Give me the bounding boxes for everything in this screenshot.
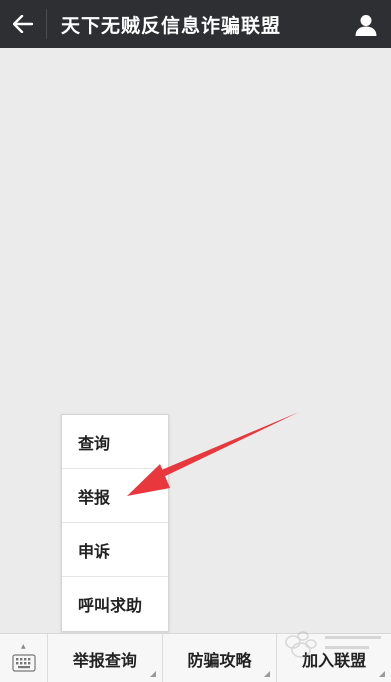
tab-join-alliance[interactable]: 加入联盟 xyxy=(277,634,391,682)
chat-content-area xyxy=(0,48,391,633)
page-title: 天下无贼反信息诈骗联盟 xyxy=(61,14,282,37)
menu-item-report[interactable]: 举报 xyxy=(62,469,168,523)
tab-report-query[interactable]: 举报查询 xyxy=(48,634,163,682)
user-icon xyxy=(355,15,377,36)
submenu-popup: 查询 举报 申诉 呼叫求助 xyxy=(61,414,169,632)
top-bar: 天下无贼反信息诈骗联盟 xyxy=(0,0,391,48)
menu-item-label: 申诉 xyxy=(78,541,111,561)
keyboard-toggle-button[interactable]: ▲ xyxy=(0,634,48,682)
menu-item-label: 呼叫求助 xyxy=(78,596,143,615)
submenu-indicator-icon xyxy=(264,671,271,677)
menu-item-label: 查询 xyxy=(78,433,111,453)
header-divider xyxy=(46,9,47,39)
arrow-left-icon xyxy=(13,15,33,33)
menu-item-label: 举报 xyxy=(78,487,111,507)
tab-label: 加入联盟 xyxy=(302,650,367,670)
profile-button[interactable] xyxy=(351,10,381,40)
submenu-indicator-icon xyxy=(379,671,386,677)
back-button[interactable] xyxy=(0,0,46,48)
menu-item-query[interactable]: 查询 xyxy=(62,415,168,469)
caret-up-icon: ▲ xyxy=(21,643,26,650)
keyboard-icon xyxy=(11,653,36,672)
tab-label: 举报查询 xyxy=(72,650,137,670)
tab-anti-fraud-guide[interactable]: 防骗攻略 xyxy=(163,634,278,682)
submenu-indicator-icon xyxy=(149,671,156,677)
tab-label: 防骗攻略 xyxy=(187,650,252,670)
bottom-menu-bar: ▲ 举报查询 防骗攻略 加入联盟 xyxy=(0,633,391,682)
menu-item-appeal[interactable]: 申诉 xyxy=(62,523,168,577)
menu-item-call-for-help[interactable]: 呼叫求助 xyxy=(62,577,168,631)
